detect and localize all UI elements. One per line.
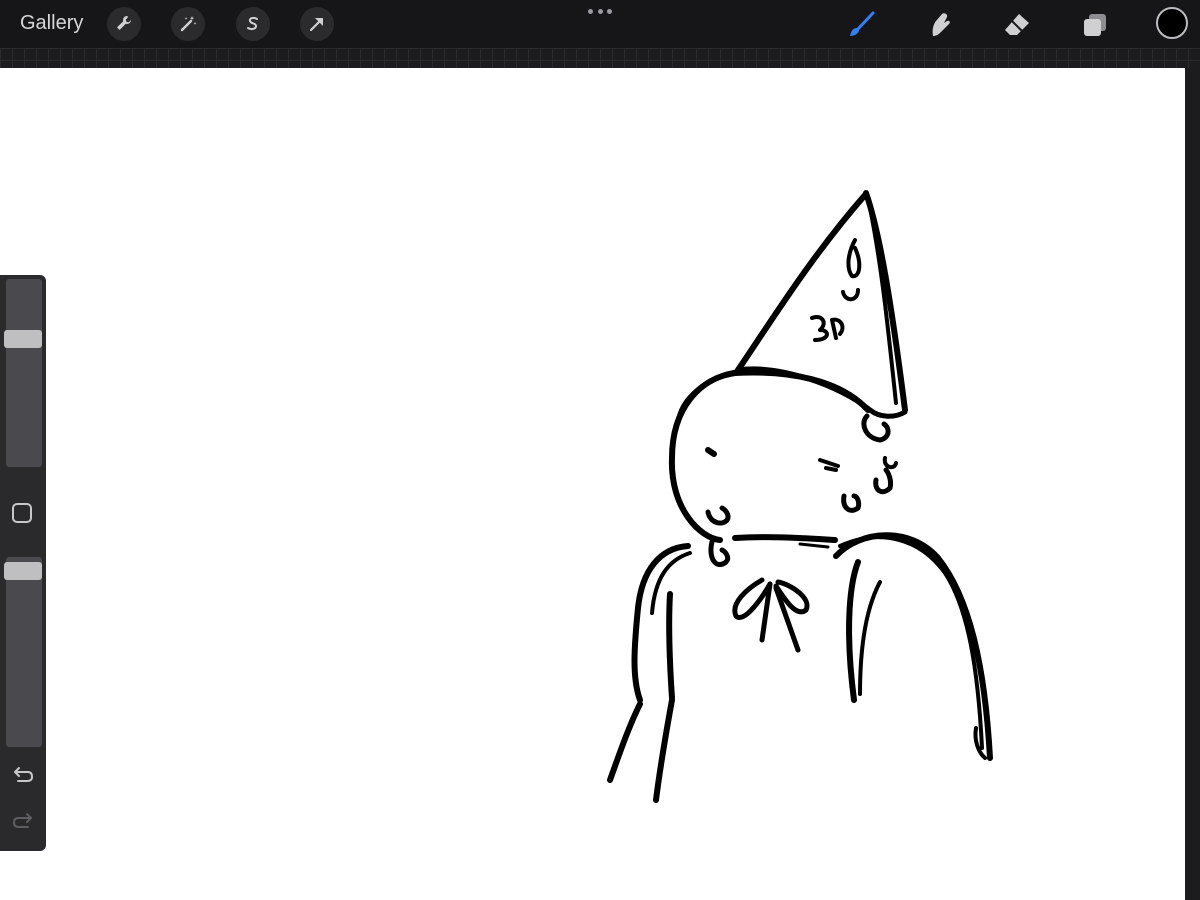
brush-tool-button[interactable]: [844, 8, 878, 42]
brush-size-slider[interactable]: [4, 279, 42, 467]
transform-button[interactable]: [300, 7, 334, 41]
eraser-icon: [1005, 14, 1029, 35]
layers-button[interactable]: [1078, 8, 1112, 42]
brush-icon: [850, 11, 875, 36]
opacity-slider[interactable]: [4, 557, 42, 747]
more-options-handle[interactable]: [588, 6, 612, 16]
brush-size-thumb[interactable]: [4, 330, 42, 348]
top-toolbar: Gallery: [0, 0, 1200, 48]
square-icon[interactable]: [12, 503, 32, 523]
drawing-canvas[interactable]: [0, 68, 1185, 900]
smudge-tool-button[interactable]: [922, 8, 956, 42]
magic-wand-icon: [180, 16, 197, 32]
redo-button[interactable]: [10, 810, 36, 832]
undo-icon: [14, 767, 34, 782]
sketch-drawing: [607, 190, 993, 803]
actions-button[interactable]: [107, 7, 141, 41]
redo-icon: [12, 813, 32, 828]
undo-button[interactable]: [10, 764, 36, 786]
color-swatch[interactable]: [1156, 7, 1188, 39]
gallery-button[interactable]: Gallery: [20, 12, 83, 35]
adjustments-button[interactable]: [171, 7, 205, 41]
opacity-thumb[interactable]: [4, 562, 42, 580]
wrench-icon: [117, 16, 131, 30]
selection-s-icon: [247, 16, 258, 31]
workspace-grid: [0, 48, 1200, 68]
eraser-tool-button[interactable]: [1000, 8, 1034, 42]
selection-button[interactable]: [236, 7, 270, 41]
transform-arrow-icon: [309, 18, 323, 32]
layers-icon: [1084, 14, 1106, 36]
smudge-icon: [932, 13, 950, 36]
brush-sidebar: [0, 275, 46, 851]
